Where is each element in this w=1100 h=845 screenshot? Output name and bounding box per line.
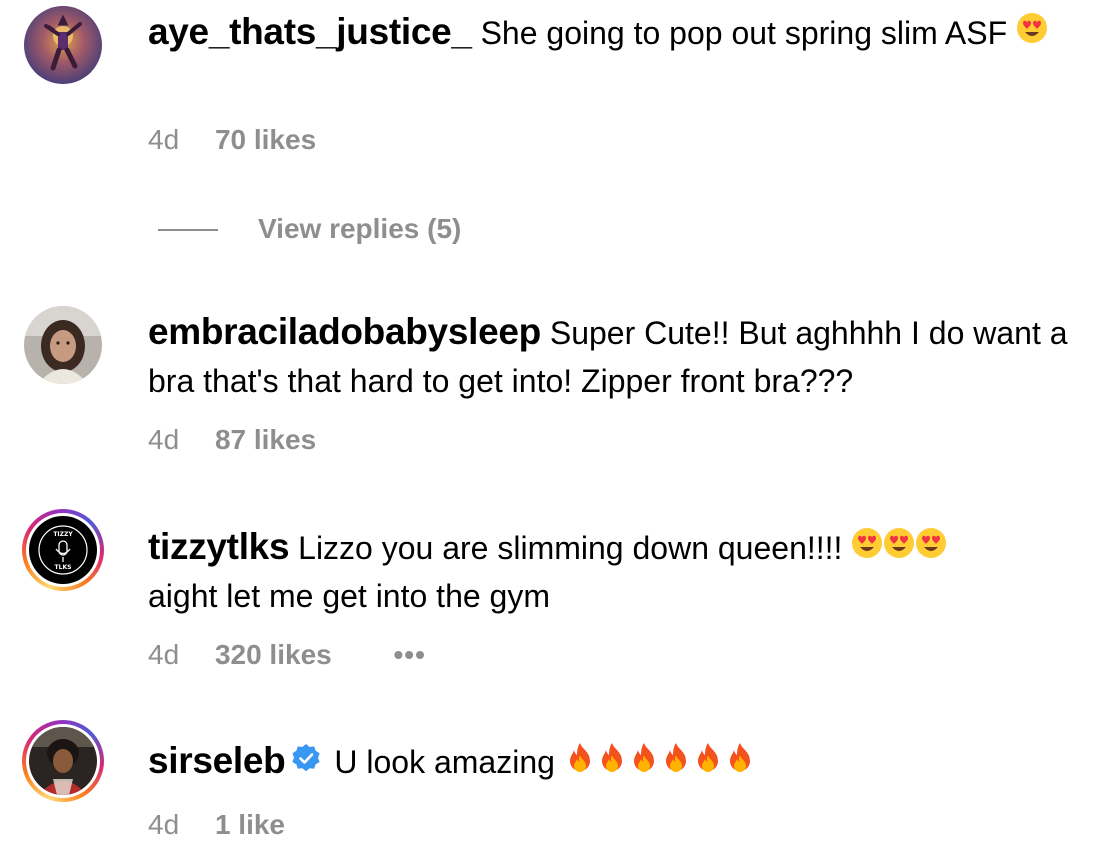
avatar-image [29,727,97,795]
comment-time[interactable]: 4d [148,805,179,845]
comment-username[interactable]: tizzytlks [148,526,290,567]
avatar-image [24,6,102,84]
comment-meta: 4d 87 likes [148,420,316,460]
comment-time[interactable]: 4d [148,120,179,160]
avatar[interactable] [22,304,104,386]
comment-text: U look amazing [334,744,555,780]
comment-username[interactable]: embraciladobabysleep [148,311,541,352]
view-replies-label[interactable]: View replies (5) [258,208,461,250]
comment-body: aye_thats_justice_ She going to pop out … [148,8,1093,57]
heart-eyes-emoji-icon [915,524,947,572]
comment-meta: 4d 320 likes ••• [148,635,426,675]
logo-bottom-text: TLKS [55,564,72,571]
avatar[interactable]: TIZZY TLKS [22,509,104,591]
logo-top-text: TIZZY [53,531,73,538]
comment-likes[interactable]: 87 likes [215,420,316,460]
comment-body: tizzytlks Lizzo you are slimming down qu… [148,523,1093,620]
comment-text: She going to pop out spring slim ASF [480,15,1008,51]
replies-divider [158,229,218,231]
avatar-image: TIZZY TLKS [29,516,97,584]
comment-body: embraciladobabysleep Super Cute!! But ag… [148,308,1093,405]
comment-text: Lizzo you are slimming down queen!!!! [298,530,843,566]
fire-emoji-icon [564,738,596,786]
comment-time[interactable]: 4d [148,420,179,460]
verified-badge-icon [291,738,321,786]
fire-emoji-icon [628,738,660,786]
avatar[interactable] [22,4,104,86]
comment-username[interactable]: aye_thats_justice_ [148,11,472,52]
comment-username[interactable]: sirseleb [148,740,286,781]
comment-likes[interactable]: 70 likes [215,120,316,160]
fire-emoji-icon [660,738,692,786]
fire-emoji-icon [596,738,628,786]
comment-text-line2: aight let me get into the gym [148,578,550,614]
comment-meta: 4d 1 like [148,805,285,845]
comment-time[interactable]: 4d [148,635,179,675]
fire-emoji-icon [724,738,756,786]
comment-meta: 4d 70 likes [148,120,316,160]
heart-eyes-emoji-icon [1016,9,1048,57]
comment-body: sirseleb U look amazing [148,737,1093,786]
avatar-image [24,306,102,384]
avatar[interactable] [22,720,104,802]
comment-likes[interactable]: 1 like [215,805,285,845]
comment-likes[interactable]: 320 likes [215,635,332,675]
heart-eyes-emoji-icon [851,524,883,572]
fire-emoji-icon [692,738,724,786]
more-options-icon[interactable]: ••• [394,635,426,675]
heart-eyes-emoji-icon [883,524,915,572]
